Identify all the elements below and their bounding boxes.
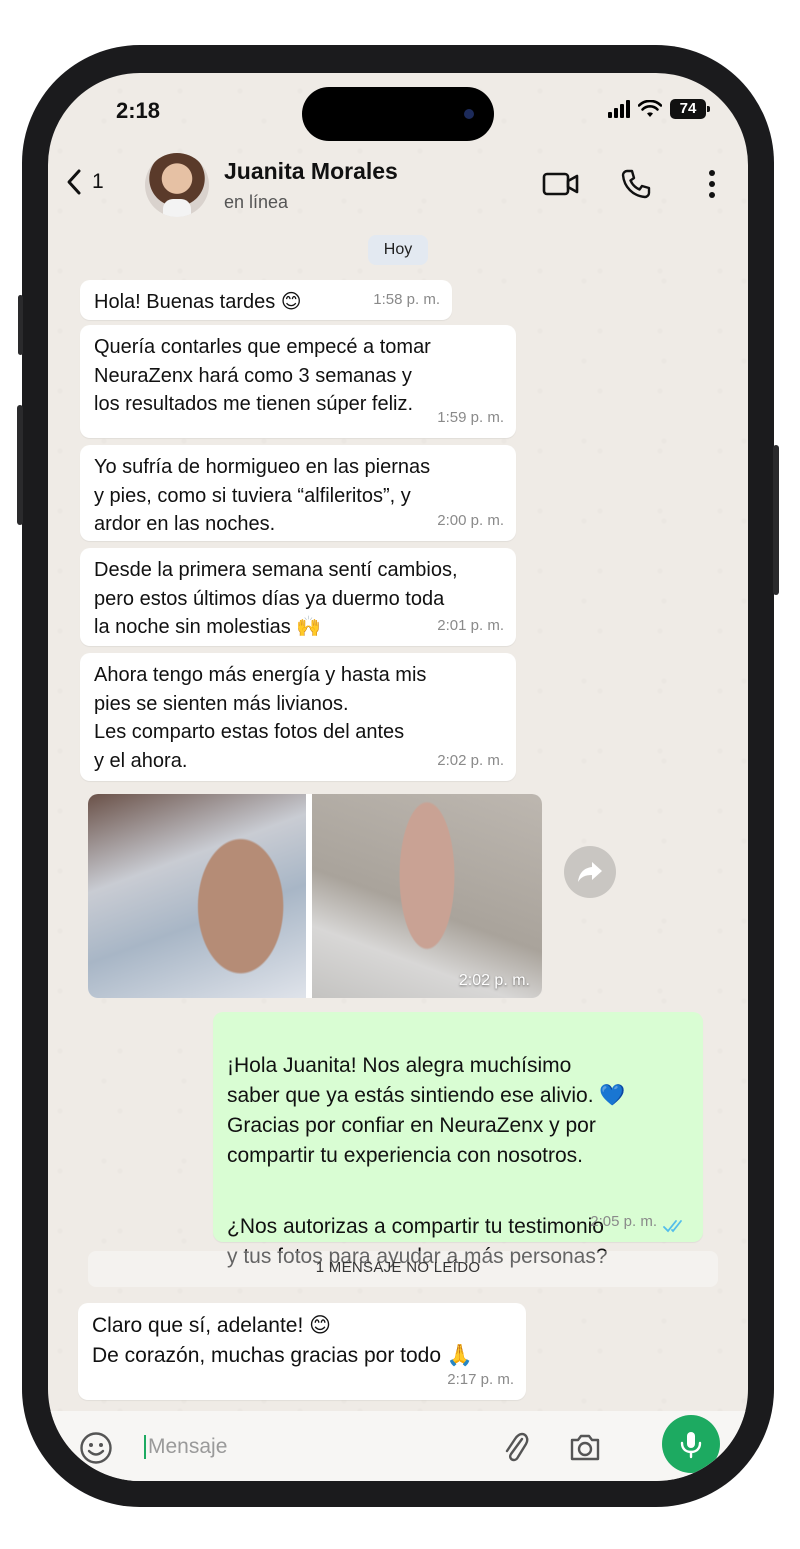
chat-screen: 2:18 74 1 Juanita Morales en línea Hoy H… xyxy=(48,73,748,1481)
message-time: 2:01 p. m. xyxy=(437,616,504,634)
side-button xyxy=(18,295,23,355)
message-bubble[interactable]: Desde la primera semana sentí cambios, p… xyxy=(80,548,516,646)
message-time: 1:58 p. m. xyxy=(373,290,440,308)
mic-icon xyxy=(680,1432,702,1459)
status-icons: 74 xyxy=(608,99,710,119)
contact-status: en línea xyxy=(224,192,289,212)
message-bubble[interactable]: Hola! Buenas tardes 😊 1:58 p. m. xyxy=(80,280,452,320)
battery-icon: 74 xyxy=(670,99,710,119)
message-time: 2:00 p. m. xyxy=(437,511,504,529)
emoji-icon[interactable] xyxy=(79,1431,113,1465)
phone-call-icon[interactable] xyxy=(620,168,652,200)
attach-icon[interactable] xyxy=(502,1429,530,1467)
message-input[interactable]: Mensaje xyxy=(144,1435,227,1459)
avatar[interactable] xyxy=(145,153,209,217)
unread-banner: 1 MENSAJE NO LEÍDO xyxy=(315,1259,481,1276)
voice-message-button[interactable] xyxy=(662,1415,720,1473)
chat-header: 1 Juanita Morales en línea xyxy=(48,148,748,228)
message-time: 2:17 p. m. xyxy=(447,1370,514,1388)
message-paragraph: ¡Hola Juanita! Nos alegra muchísimo sabe… xyxy=(227,1054,626,1167)
photo-before[interactable] xyxy=(88,794,306,998)
forward-icon xyxy=(578,862,602,882)
more-options-icon[interactable] xyxy=(706,168,718,200)
message-text: Claro que sí, adelante! 😊 De corazón, mu… xyxy=(92,1314,473,1367)
message-time: 2:02 p. m. xyxy=(458,972,530,989)
message-bubble[interactable]: Quería contarles que empecé a tomar Neur… xyxy=(80,325,516,438)
wifi-icon xyxy=(638,100,662,117)
message-time: 2:02 p. m. xyxy=(437,751,504,769)
status-time: 2:18 xyxy=(116,98,161,123)
message-time: 2:05 p. m. xyxy=(590,1212,657,1230)
video-call-icon[interactable] xyxy=(542,170,580,198)
message-time: 1:59 p. m. xyxy=(437,408,504,426)
forward-button[interactable] xyxy=(564,846,616,898)
back-unread-count: 1 xyxy=(92,170,104,193)
photo-after[interactable] xyxy=(312,794,542,998)
back-chevron-icon xyxy=(67,169,81,195)
front-camera xyxy=(464,109,474,119)
dynamic-island xyxy=(302,87,494,141)
message-bubble[interactable]: Claro que sí, adelante! 😊 De corazón, mu… xyxy=(78,1303,526,1400)
camera-icon[interactable] xyxy=(568,1431,602,1463)
date-separator: Hoy xyxy=(368,235,428,265)
read-ticks-icon xyxy=(663,1220,682,1233)
contact-name[interactable]: Juanita Morales xyxy=(224,158,398,185)
photo-message[interactable]: 2:02 p. m. xyxy=(88,794,542,998)
message-bubble[interactable]: Ahora tengo más energía y hasta mis pies… xyxy=(80,653,516,781)
outgoing-message-bubble[interactable]: ¡Hola Juanita! Nos alegra muchísimo sabe… xyxy=(213,1012,703,1268)
back-button[interactable]: 1 xyxy=(66,168,104,196)
signal-icon xyxy=(608,100,630,118)
message-bubble[interactable]: Yo sufría de hormigueo en las piernas y … xyxy=(80,445,516,541)
